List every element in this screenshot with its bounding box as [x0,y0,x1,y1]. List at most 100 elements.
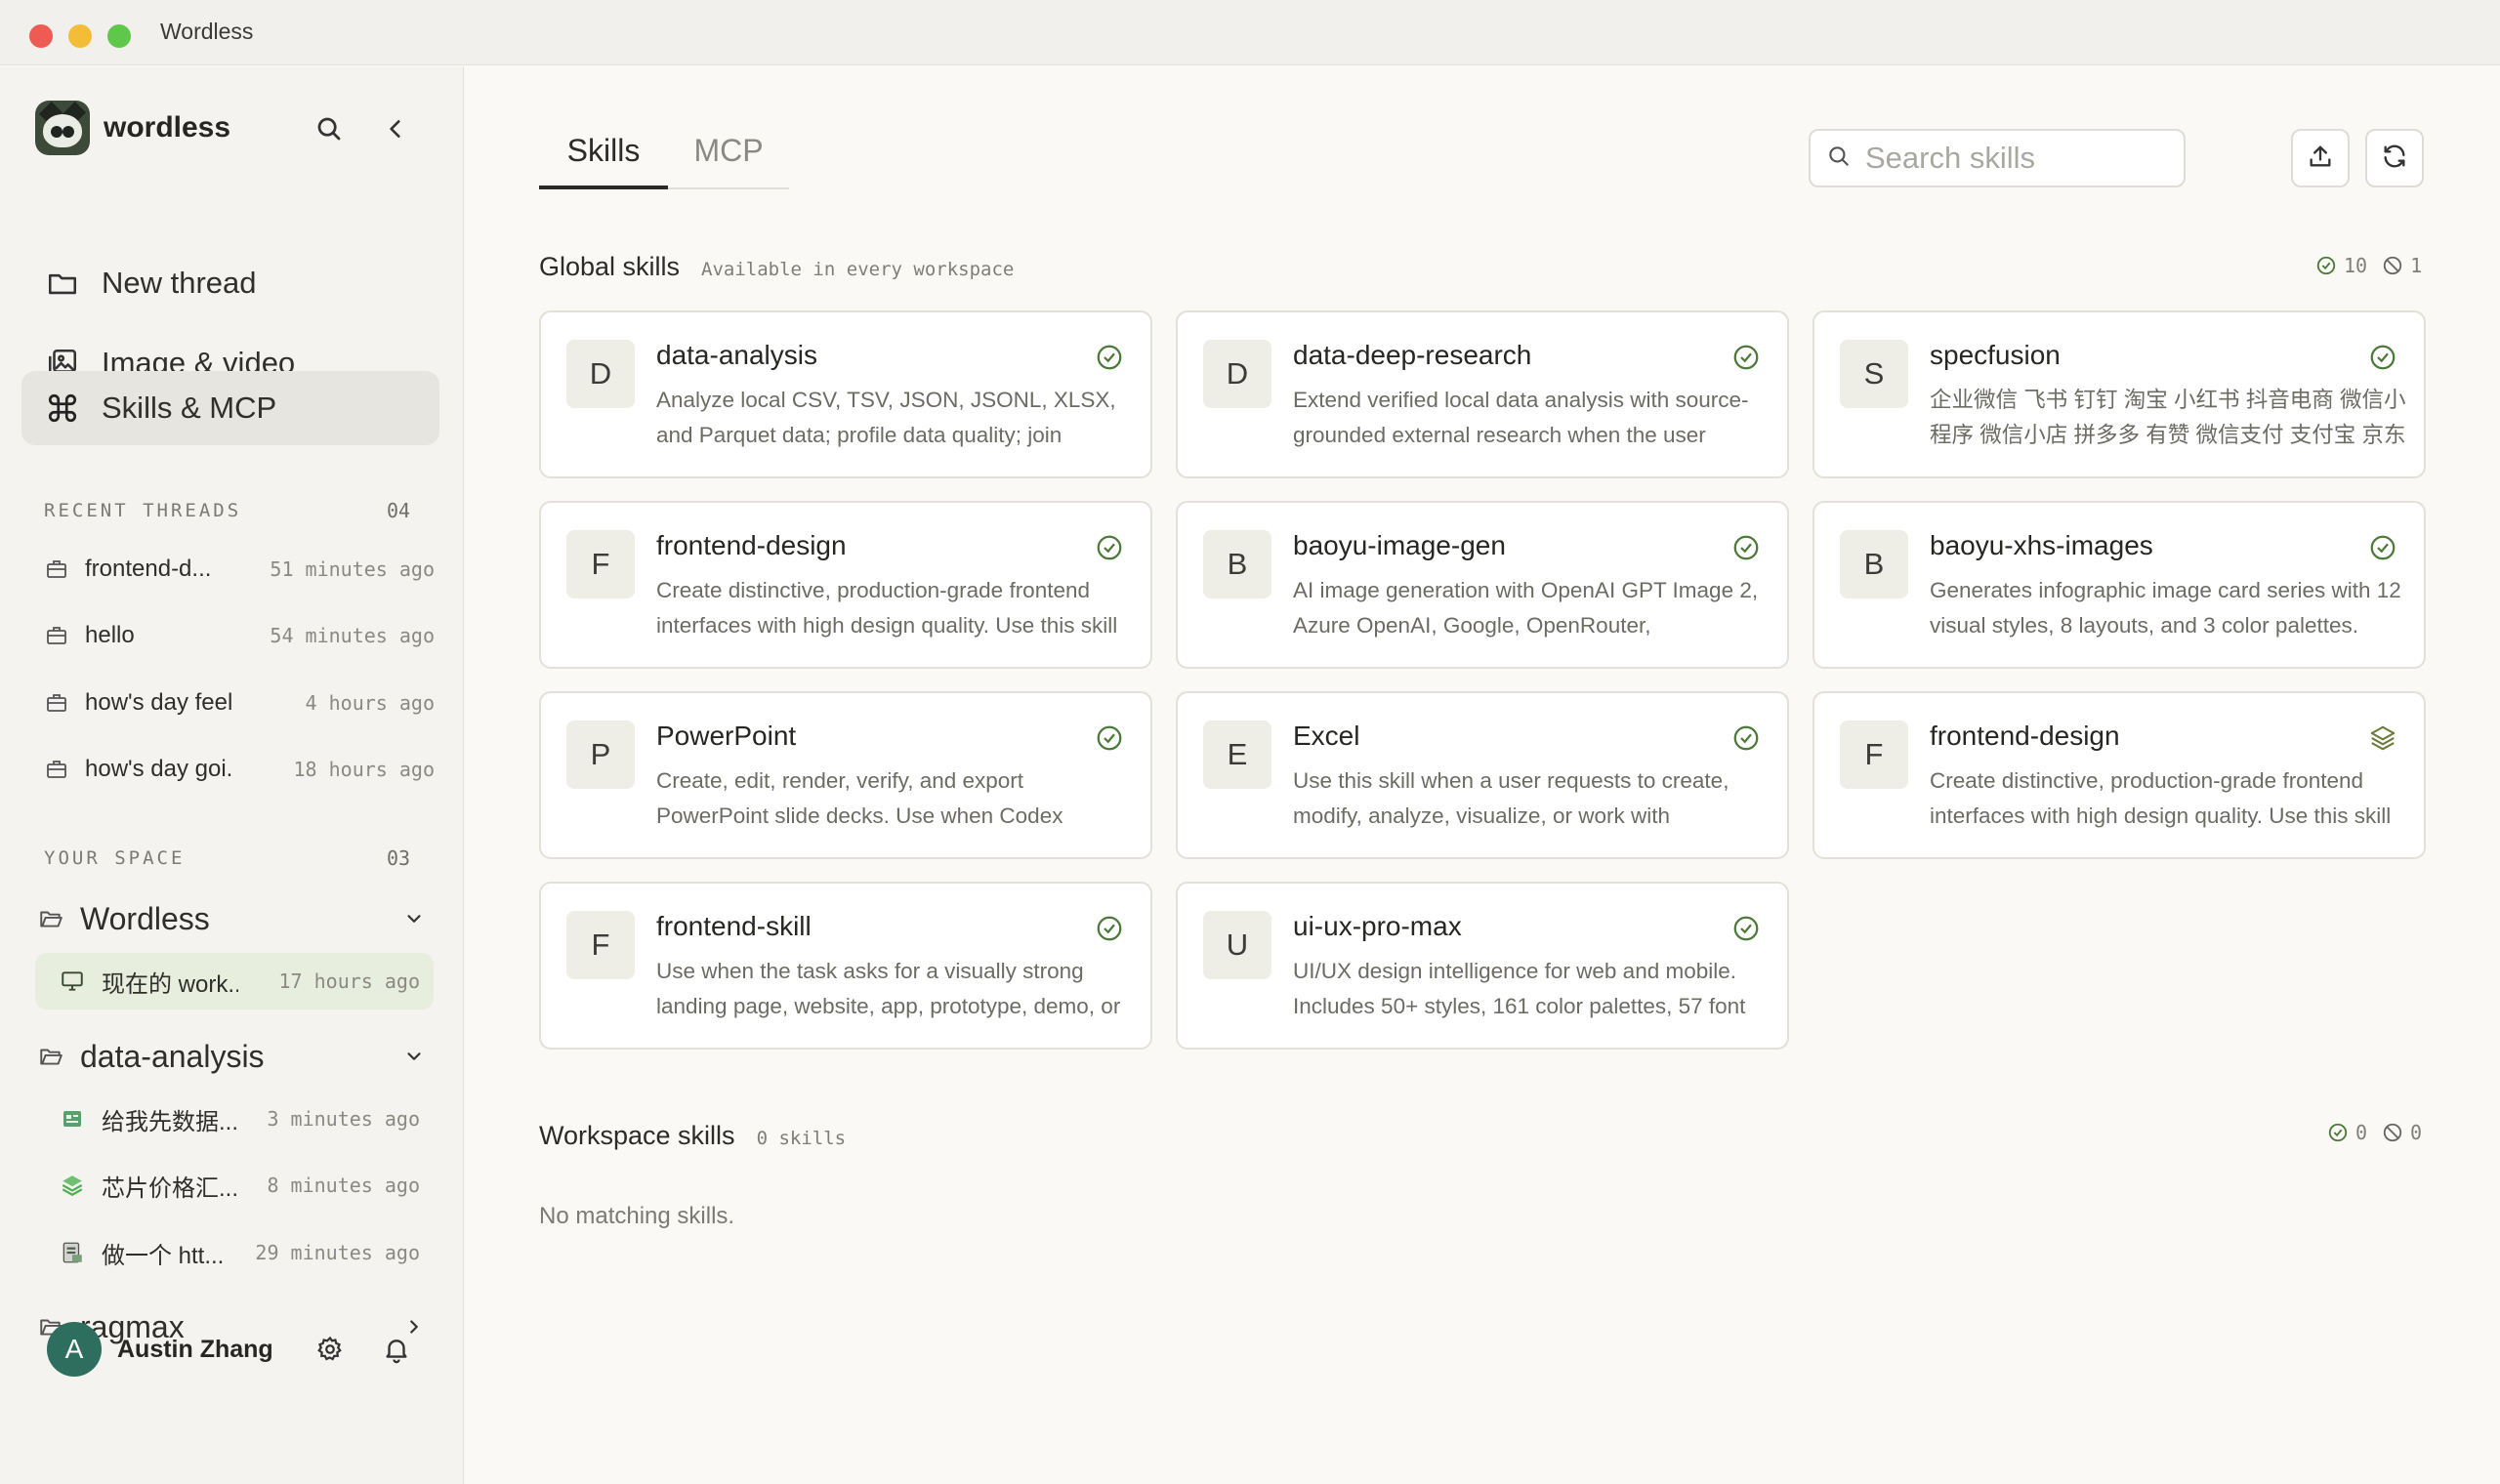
skill-card[interactable]: Ddata-deep-research Extend verified local… [1176,310,1789,478]
check-circle-icon[interactable] [1094,532,1125,563]
skill-card[interactable]: Ffrontend-design Create distinctive, prod… [539,501,1152,669]
skill-card[interactable]: Ddata-analysis Analyze local CSV, TSV, JS… [539,310,1152,478]
your-space-label: YOUR SPACE [44,847,186,869]
search-icon[interactable] [310,109,349,148]
check-circle-icon[interactable] [2367,342,2398,373]
skill-letter-badge: F [1840,721,1908,789]
skill-card[interactable]: Bbaoyu-image-gen AI image generation with… [1176,501,1789,669]
window-title: Wordless [160,19,254,44]
skill-name: baoyu-image-gen [1293,530,1506,560]
skill-card[interactable]: Sspecfusion 企业微信 飞书 钉钉 淘宝 小红书 抖音电商 微信小程序 … [1812,310,2426,478]
app-logo-icon [35,101,90,155]
skill-card[interactable]: E Excel Use this skill when a user request… [1176,691,1789,859]
thread-time: 3 minutes ago [267,1107,420,1131]
nav-skills-mcp[interactable]: Skills & MCP [21,371,439,445]
check-circle-icon[interactable] [1730,913,1762,944]
check-circle-icon [2326,1121,2350,1144]
skill-card[interactable]: P PowerPoint Create, edit, render, verify,… [539,691,1152,859]
check-circle-icon[interactable] [1730,342,1762,373]
disabled-count: 1 [2410,254,2423,277]
global-skills-title: Global skills [539,252,681,281]
layers-icon [59,1172,86,1199]
check-circle-icon[interactable] [1730,532,1762,563]
skill-name: data-deep-research [1293,340,1532,370]
skill-name: data-analysis [656,340,817,370]
workspace-thread-item[interactable]: 给我先数据... 3 minutes ago [35,1091,434,1147]
briefcase-icon [44,556,69,582]
skill-card[interactable]: Bbaoyu-xhs-images Generates infographic i… [1812,501,2426,669]
recent-threads-label: RECENT THREADS [44,500,242,521]
workspace-folder-wordless[interactable]: Wordless [37,895,428,942]
sidebar: wordless New thread Image & video Skills… [0,66,464,1484]
chevron-down-icon[interactable] [400,1043,428,1070]
recent-thread-item[interactable]: how's day feeli... 4 hours ago [44,681,435,724]
skill-letter-badge: P [566,721,635,789]
check-circle-icon[interactable] [1094,722,1125,754]
user-row: A Austin Zhang [47,1322,438,1377]
global-skills-stats: 10 1 [2314,254,2422,277]
minimize-window-button[interactable] [68,24,92,48]
workspace-skills-subtitle: 0 skills [756,1128,847,1149]
workspace-folder-data-analysis[interactable]: data-analysis [37,1033,428,1080]
thread-time: 29 minutes ago [255,1241,420,1264]
workspace-skills-stats: 0 0 [2326,1121,2422,1144]
skill-name: specfusion [1930,340,2061,370]
global-skills-header: Global skills Available in every workspa… [539,252,1014,282]
folder-open-icon [37,905,64,932]
enabled-count: 0 [2355,1121,2368,1144]
skill-card[interactable]: Ffrontend-design Create distinctive, prod… [1812,691,2426,859]
command-icon [43,389,82,428]
collapse-sidebar-chevron-left-icon[interactable] [376,109,415,148]
skill-card[interactable]: Uui-ux-pro-max UI/UX design intelligence … [1176,882,1789,1050]
tab-skills[interactable]: Skills [539,123,668,189]
workspace-skills-header: Workspace skills 0 skills [539,1121,846,1151]
maximize-window-button[interactable] [107,24,131,48]
check-circle-icon[interactable] [1094,342,1125,373]
avatar[interactable]: A [47,1322,102,1377]
workspace-skills-title: Workspace skills [539,1121,735,1150]
workspace-thread-item[interactable]: 做一个 htt... 29 minutes ago [35,1224,434,1281]
settings-gear-icon[interactable] [311,1330,350,1369]
recent-thread-item[interactable]: how's day goi... 18 hours ago [44,748,435,791]
skill-description: Create, edit, render, verify, and export… [656,768,1063,828]
recent-threads-count: 04 [387,499,411,522]
main-content: Skills MCP Global skills Available in ev… [465,66,2500,1484]
recent-thread-item[interactable]: hello 54 minutes ago [44,614,435,657]
global-skills-subtitle: Available in every workspace [701,259,1015,280]
brand-name: wordless [104,111,231,144]
upload-icon [2307,143,2334,175]
bell-icon[interactable] [377,1330,416,1369]
briefcase-icon [44,623,69,648]
disabled-circle-icon [2381,1121,2404,1144]
disabled-circle-icon [2381,254,2404,277]
tab-bar: Skills MCP [539,123,789,189]
your-space-count: 03 [387,846,411,870]
workspace-thread-item[interactable]: 芯片价格汇... 8 minutes ago [35,1157,434,1214]
skill-description: Use when the task asks for a visually st… [656,959,1121,1018]
skill-letter-badge: F [566,911,635,979]
workspace-thread-item[interactable]: 现在的 work... 17 hours ago [35,953,434,1010]
check-circle-icon[interactable] [1094,913,1125,944]
close-window-button[interactable] [29,24,53,48]
skill-description: UI/UX design intelligence for web and mo… [1293,959,1746,1018]
tab-mcp[interactable]: MCP [668,123,789,189]
search-skills-input[interactable] [1865,141,2158,176]
check-circle-icon[interactable] [2367,532,2398,563]
window-titlebar: Wordless [0,0,2500,65]
search-skills-field[interactable] [1809,129,2186,187]
check-circle-icon[interactable] [1730,722,1762,754]
skill-card[interactable]: Ffrontend-skill Use when the task asks fo… [539,882,1152,1050]
refresh-button[interactable] [2365,129,2424,187]
thread-time: 4 hours ago [305,691,435,715]
skill-letter-badge: S [1840,340,1908,408]
empty-state-message: No matching skills. [539,1203,735,1229]
nav-new-thread[interactable]: New thread [21,246,439,320]
upload-button[interactable] [2291,129,2350,187]
skill-description: Use this skill when a user requests to c… [1293,768,1729,828]
recent-thread-item[interactable]: frontend-d... 51 minutes ago [44,548,435,591]
chevron-down-icon[interactable] [400,905,428,932]
layers-icon[interactable] [2367,722,2398,754]
thread-time: 8 minutes ago [267,1174,420,1197]
brand: wordless [35,100,230,156]
folder-open-icon [37,1043,64,1070]
